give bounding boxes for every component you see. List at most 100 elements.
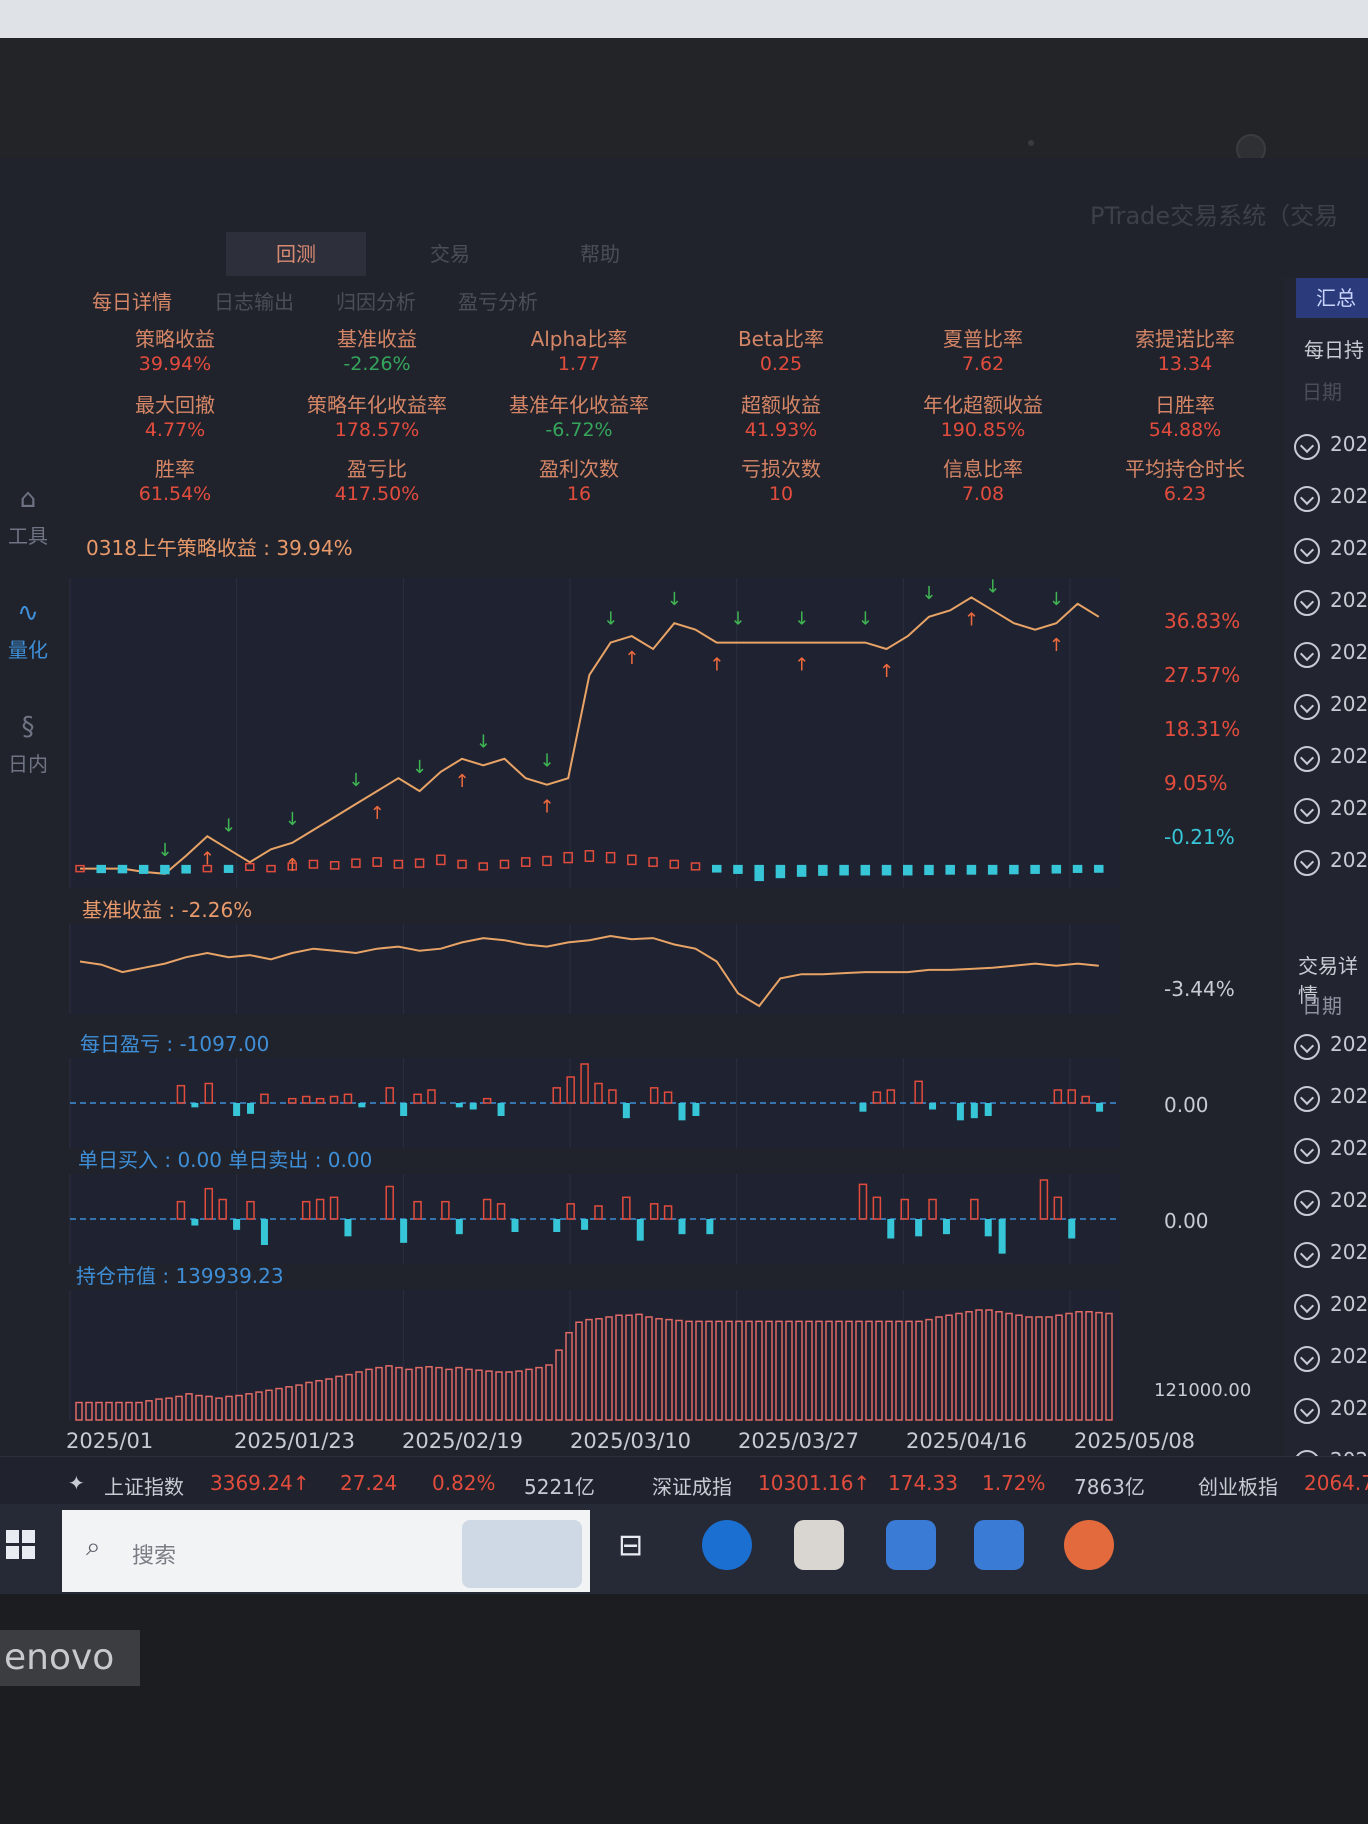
expand-chevron-icon[interactable]: [1294, 1242, 1320, 1268]
expand-chevron-icon[interactable]: [1294, 1398, 1320, 1424]
row-date: 202: [1330, 1136, 1368, 1160]
expand-chevron-icon[interactable]: [1294, 1190, 1320, 1216]
search-icon: ⌕: [86, 1532, 101, 1562]
y-tick-label: 27.57%: [1164, 663, 1240, 687]
avatar-app-icon[interactable]: [794, 1520, 844, 1570]
daily-pnl-bar: [497, 1103, 505, 1116]
expand-chevron-icon[interactable]: [1294, 1034, 1320, 1060]
daily-pnl-bar: [692, 1103, 700, 1116]
sell-signal-arrow: ↓: [667, 589, 682, 610]
expand-chevron-icon[interactable]: [1294, 694, 1320, 720]
ticker-volume: 5221亿: [524, 1475, 595, 1499]
ticker-price: 10301.16↑: [758, 1471, 871, 1495]
ticker-name: 深证成指: [652, 1475, 732, 1499]
summary-tab[interactable]: 汇总: [1296, 278, 1368, 318]
list-row[interactable]: 202: [1294, 480, 1368, 520]
expand-chevron-icon[interactable]: [1294, 486, 1320, 512]
daily-pnl-bar: [859, 1103, 867, 1112]
expand-chevron-icon[interactable]: [1294, 1346, 1320, 1372]
daily-trade-bar: [553, 1219, 561, 1232]
buy-signal-arrow: ↑: [964, 609, 979, 630]
row-date: 202: [1330, 1188, 1368, 1212]
y-tick-label: -3.44%: [1164, 977, 1235, 1001]
row-date: 202: [1330, 1084, 1368, 1108]
list-row[interactable]: 202: [1294, 1132, 1368, 1172]
y-tick-label: 36.83%: [1164, 609, 1240, 633]
list-row[interactable]: 202: [1294, 532, 1368, 572]
daily-trade-bar: [455, 1219, 463, 1235]
benchmark-candle: [733, 864, 743, 874]
expand-chevron-icon[interactable]: [1294, 850, 1320, 876]
ticker-name: 创业板指: [1198, 1475, 1278, 1499]
list-row[interactable]: 202: [1294, 792, 1368, 832]
expand-chevron-icon[interactable]: [1294, 1086, 1320, 1112]
edge-browser-icon[interactable]: [702, 1520, 752, 1570]
benchmark-candle: [860, 864, 871, 876]
daily-trade-bar: [915, 1219, 923, 1237]
benchmark-candle: [775, 864, 786, 879]
daily-trade-bar: [942, 1219, 950, 1235]
daily-trade-bar: [998, 1219, 1006, 1254]
list-row[interactable]: 202: [1294, 1340, 1368, 1380]
daily-trade-bar: [260, 1219, 268, 1245]
benchmark-candle: [987, 864, 998, 875]
daily-trade-bar: [706, 1219, 714, 1235]
buy-signal-arrow: ↑: [794, 655, 809, 676]
laptop-bezel-top: [0, 38, 1368, 164]
buy-signal-arrow: ↑: [539, 797, 554, 818]
benchmark-candle: [96, 864, 106, 874]
backtest-charts: ↓ ↑ ↓ ↓ ↑ ↓ ↑ ↓ ↑ ↓ ↓ ↑ ↓ ↑ ↓ ↑ ↓ ↓ ↑ ↓ ↑ ↓ ↑ ↓ ↓ ↑ 36.83% 27.57% 18…: [66, 576, 1251, 1453]
trading-app-icon[interactable]: [974, 1520, 1024, 1570]
benchmark-candle: [1030, 864, 1040, 874]
sell-signal-arrow: ↓: [985, 576, 1000, 597]
expand-chevron-icon[interactable]: [1294, 538, 1320, 564]
ticker-change: 174.33: [888, 1471, 958, 1495]
telegram-like-app-icon[interactable]: [1064, 1520, 1114, 1570]
daily-pnl-bar: [1096, 1103, 1104, 1112]
x-tick-label: 2025/01: [66, 1429, 153, 1453]
expand-chevron-icon[interactable]: [1294, 590, 1320, 616]
row-date: 202: [1330, 744, 1368, 768]
benchmark-candle: [117, 864, 128, 874]
list-row[interactable]: 202: [1294, 844, 1368, 884]
list-row[interactable]: 202: [1294, 740, 1368, 780]
daily-pnl-bar: [455, 1103, 463, 1108]
pin-icon[interactable]: ✦: [68, 1471, 85, 1495]
task-view-icon[interactable]: ⊟: [618, 1528, 643, 1563]
list-row[interactable]: 202: [1294, 636, 1368, 676]
list-row[interactable]: 202: [1294, 1236, 1368, 1276]
benchmark-candle: [223, 864, 234, 873]
row-date: 202: [1330, 1344, 1368, 1368]
expand-chevron-icon[interactable]: [1294, 434, 1320, 460]
expand-chevron-icon[interactable]: [1294, 746, 1320, 772]
expand-chevron-icon[interactable]: [1294, 798, 1320, 824]
list-row[interactable]: 202: [1294, 1184, 1368, 1224]
ticker-pct: 0.82%: [432, 1471, 496, 1495]
x-tick-label: 2025/05/08: [1074, 1429, 1195, 1453]
sell-signal-arrow: ↓: [603, 609, 618, 630]
daily-pnl-bar: [247, 1103, 255, 1114]
daily-pnl-bar: [970, 1103, 978, 1119]
list-row[interactable]: 202: [1294, 1028, 1368, 1068]
daily-trade-bar: [344, 1219, 352, 1237]
list-row[interactable]: 202: [1294, 688, 1368, 728]
windows-start-icon[interactable]: [6, 1530, 36, 1560]
trading-app-icon[interactable]: [886, 1520, 936, 1570]
list-row[interactable]: 202: [1294, 1392, 1368, 1432]
row-date: 202: [1330, 796, 1368, 820]
list-row[interactable]: 202: [1294, 1288, 1368, 1328]
daily-trade-bar: [511, 1219, 519, 1232]
list-row[interactable]: 202: [1294, 584, 1368, 624]
daily-pnl-bar: [956, 1103, 964, 1121]
benchmark-candle: [1009, 864, 1019, 875]
list-row[interactable]: 202: [1294, 1080, 1368, 1120]
x-tick-label: 2025/02/19: [402, 1429, 523, 1453]
list-row[interactable]: 202: [1294, 428, 1368, 468]
taskbar-search-box[interactable]: ⌕ 搜索: [62, 1510, 590, 1592]
expand-chevron-icon[interactable]: [1294, 642, 1320, 668]
benchmark-candle: [903, 864, 913, 876]
expand-chevron-icon[interactable]: [1294, 1294, 1320, 1320]
expand-chevron-icon[interactable]: [1294, 1138, 1320, 1164]
row-date: 202: [1330, 1240, 1368, 1264]
ticker-name: 上证指数: [104, 1475, 184, 1499]
